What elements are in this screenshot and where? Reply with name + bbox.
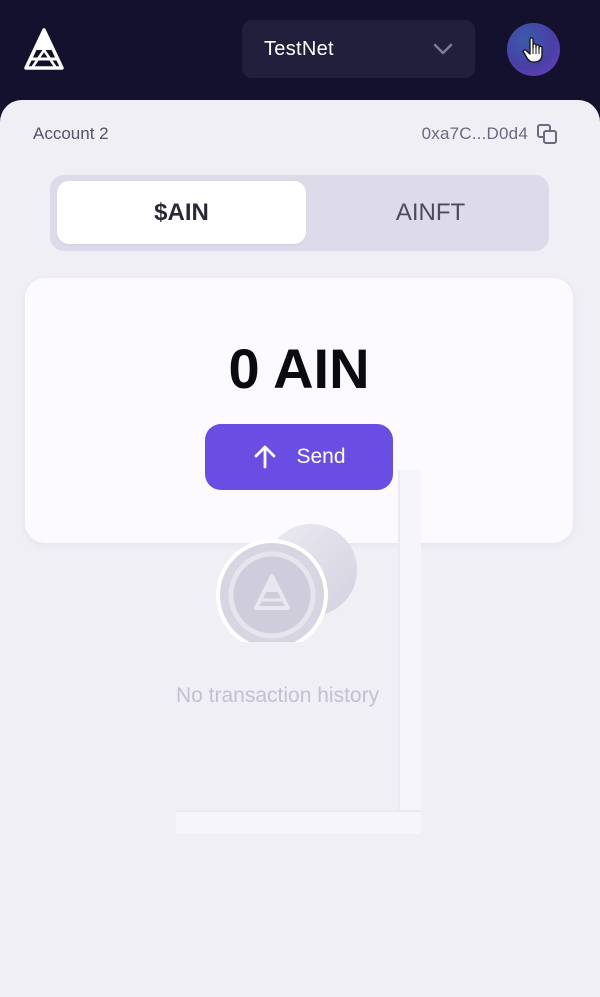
hand-pointer-icon xyxy=(522,36,543,63)
arrow-up-icon xyxy=(255,445,276,469)
tab-ain[interactable]: $AIN xyxy=(57,181,306,244)
top-bar: TestNet xyxy=(0,0,600,100)
send-button[interactable]: Send xyxy=(205,424,393,490)
history-frame-bottom xyxy=(176,810,421,834)
balance-card: 0 AIN Send xyxy=(25,278,573,543)
empty-history-message: No transaction history xyxy=(176,684,380,707)
address-copy[interactable]: 0xa7C...D0d4 xyxy=(422,123,558,145)
empty-coins-icon xyxy=(216,524,357,642)
network-select[interactable]: TestNet xyxy=(242,20,475,78)
account-name: Account 2 xyxy=(33,124,109,143)
copy-icon[interactable] xyxy=(536,123,558,145)
send-label: Send xyxy=(296,445,346,468)
ain-logo-icon[interactable] xyxy=(24,28,64,72)
network-label: TestNet xyxy=(264,37,334,60)
balance-amount: 0 AIN xyxy=(228,337,370,400)
asset-tabs: $AIN AINFT xyxy=(50,175,549,251)
history-frame-right xyxy=(398,470,421,834)
tab-ainft[interactable]: AINFT xyxy=(306,181,555,244)
account-avatar[interactable] xyxy=(507,23,560,76)
account-address: 0xa7C...D0d4 xyxy=(421,124,528,143)
chevron-down-icon xyxy=(433,43,453,55)
